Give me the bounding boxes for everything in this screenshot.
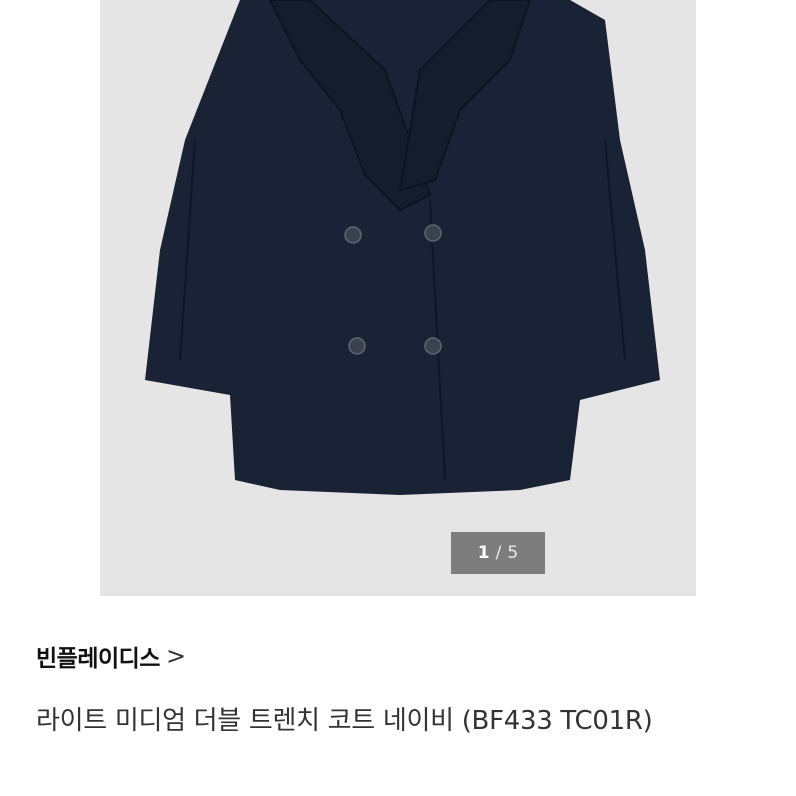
product-title: 라이트 미디엄 더블 트렌치 코트 네이비 (BF433 TC01R) bbox=[36, 706, 653, 736]
pager-separator: / bbox=[495, 543, 502, 563]
pager-total: 5 bbox=[507, 543, 519, 563]
product-image-gallery[interactable]: 1 / 5 bbox=[100, 0, 696, 596]
brand-name: 빈플레이디스 bbox=[36, 646, 160, 672]
chevron-right-icon: > bbox=[165, 642, 186, 670]
product-image bbox=[145, 0, 660, 495]
brand-link[interactable]: 빈플레이디스 > bbox=[36, 636, 186, 676]
pager-current: 1 bbox=[477, 543, 490, 563]
image-pager: 1 / 5 bbox=[451, 532, 545, 574]
